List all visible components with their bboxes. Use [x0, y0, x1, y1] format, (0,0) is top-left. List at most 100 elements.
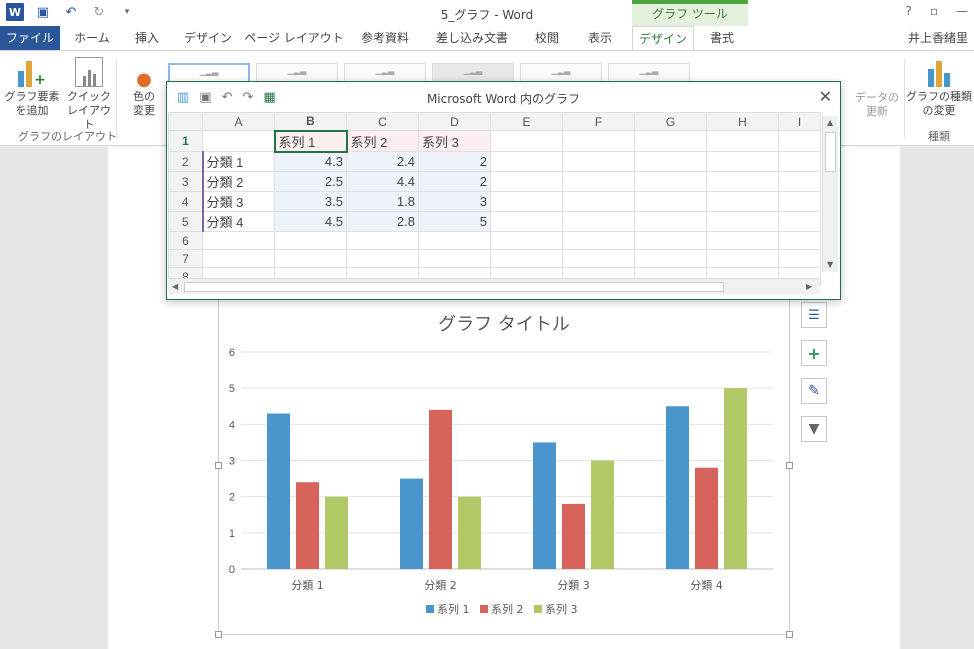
cell[interactable] [490, 191, 563, 212]
cell[interactable] [418, 249, 491, 268]
cell[interactable] [346, 249, 419, 268]
add-chart-element-button[interactable]: + グラフ要素 を追加 [4, 57, 60, 118]
column-header[interactable]: E [490, 112, 563, 131]
cell[interactable] [634, 231, 707, 250]
cell[interactable]: 4.3 [274, 151, 347, 172]
help-button[interactable]: ? [905, 4, 911, 18]
change-colors-button[interactable]: ● 色の 変更 [124, 57, 164, 118]
resize-handle-bottom-left[interactable] [215, 631, 222, 638]
cell[interactable] [490, 130, 563, 152]
chart-styles-button[interactable]: ✎ [801, 378, 827, 404]
minimize-button[interactable]: — [956, 4, 968, 18]
cell[interactable] [778, 211, 821, 232]
chart-filters-button[interactable]: ▼ [801, 416, 827, 442]
cell[interactable] [706, 130, 779, 152]
cell[interactable] [706, 191, 779, 212]
cell[interactable] [202, 249, 275, 268]
resize-handle-left[interactable] [215, 462, 222, 469]
vertical-scroll-thumb[interactable] [825, 132, 836, 172]
tab-design[interactable]: デザイン [176, 26, 240, 50]
scroll-up-icon[interactable]: ▲ [827, 118, 833, 127]
column-header[interactable]: H [706, 112, 779, 131]
cell[interactable] [634, 130, 707, 152]
cell[interactable] [418, 231, 491, 250]
row-header[interactable]: 3 [168, 171, 203, 192]
row-header[interactable]: 1 [168, 130, 203, 152]
cell[interactable] [634, 151, 707, 172]
cell[interactable]: 4.5 [274, 211, 347, 232]
row-header[interactable]: 4 [168, 191, 203, 212]
cell[interactable]: 2.5 [274, 171, 347, 192]
cell[interactable]: 系列 3 [418, 130, 491, 152]
cell[interactable] [346, 231, 419, 250]
user-name[interactable]: 井上香緒里 [908, 26, 968, 50]
cell[interactable] [274, 249, 347, 268]
cell[interactable]: 系列 2 [346, 130, 419, 152]
cell[interactable] [634, 249, 707, 268]
cell[interactable] [706, 211, 779, 232]
cell[interactable] [778, 249, 821, 268]
cell[interactable] [634, 171, 707, 192]
column-header[interactable] [168, 112, 203, 131]
cell[interactable]: 2.4 [346, 151, 419, 172]
column-header[interactable]: G [634, 112, 707, 131]
horizontal-scrollbar[interactable]: ◀ ▶ [168, 278, 820, 294]
cell[interactable]: 2.8 [346, 211, 419, 232]
cell[interactable] [706, 151, 779, 172]
resize-handle-right[interactable] [786, 462, 793, 469]
row-header[interactable]: 2 [168, 151, 203, 172]
cell[interactable] [562, 191, 635, 212]
tab-file[interactable]: ファイル [0, 26, 60, 50]
cell[interactable]: 2 [418, 151, 491, 172]
cell[interactable] [202, 130, 275, 152]
cell[interactable] [490, 211, 563, 232]
tab-references[interactable]: 参考資料 [350, 26, 420, 50]
cell[interactable]: 分類 4 [201, 211, 275, 232]
cell[interactable] [634, 191, 707, 212]
cell[interactable] [562, 130, 635, 152]
resize-handle-bottom-right[interactable] [786, 631, 793, 638]
cell[interactable] [778, 191, 821, 212]
scroll-right-icon[interactable]: ▶ [806, 282, 812, 291]
cell[interactable] [490, 231, 563, 250]
tab-mailings[interactable]: 差し込み文書 [426, 26, 518, 50]
cell[interactable]: 1.8 [346, 191, 419, 212]
column-header[interactable]: D [418, 112, 491, 131]
cell[interactable] [274, 231, 347, 250]
cell[interactable] [778, 231, 821, 250]
cell[interactable] [490, 249, 563, 268]
cell[interactable] [706, 171, 779, 192]
cell[interactable]: 3 [418, 191, 491, 212]
row-header[interactable]: 7 [168, 249, 203, 268]
cell[interactable] [778, 151, 821, 172]
scroll-left-icon[interactable]: ◀ [172, 282, 178, 291]
layout-options-button[interactable]: ☰ [801, 302, 827, 328]
cell[interactable]: 分類 2 [201, 171, 275, 192]
scroll-down-icon[interactable]: ▼ [827, 260, 833, 269]
cell[interactable]: 5 [418, 211, 491, 232]
cell[interactable] [562, 231, 635, 250]
refresh-data-button[interactable]: データの 更新 [852, 91, 902, 119]
change-chart-type-button[interactable]: グラフの種類 の変更 [906, 57, 972, 118]
row-header[interactable]: 5 [168, 211, 203, 232]
cell[interactable] [490, 171, 563, 192]
cell[interactable] [778, 171, 821, 192]
cell[interactable] [490, 151, 563, 172]
cell[interactable] [202, 231, 275, 250]
cell[interactable]: 3.5 [274, 191, 347, 212]
tab-home[interactable]: ホーム [64, 26, 120, 50]
row-header[interactable]: 6 [168, 231, 203, 250]
cell[interactable]: 2 [418, 171, 491, 192]
close-data-window-button[interactable]: ✕ [819, 87, 832, 106]
column-header[interactable]: A [202, 112, 275, 131]
tab-review[interactable]: 校閲 [524, 26, 570, 50]
cell[interactable] [634, 211, 707, 232]
cell[interactable]: 分類 1 [201, 151, 275, 172]
column-header[interactable]: F [562, 112, 635, 131]
cell[interactable]: 分類 3 [201, 191, 275, 212]
horizontal-scroll-thumb[interactable] [184, 282, 724, 292]
cell[interactable]: 系列 1 [273, 129, 348, 153]
cell[interactable] [778, 130, 821, 152]
cell[interactable] [562, 151, 635, 172]
cell[interactable] [706, 231, 779, 250]
